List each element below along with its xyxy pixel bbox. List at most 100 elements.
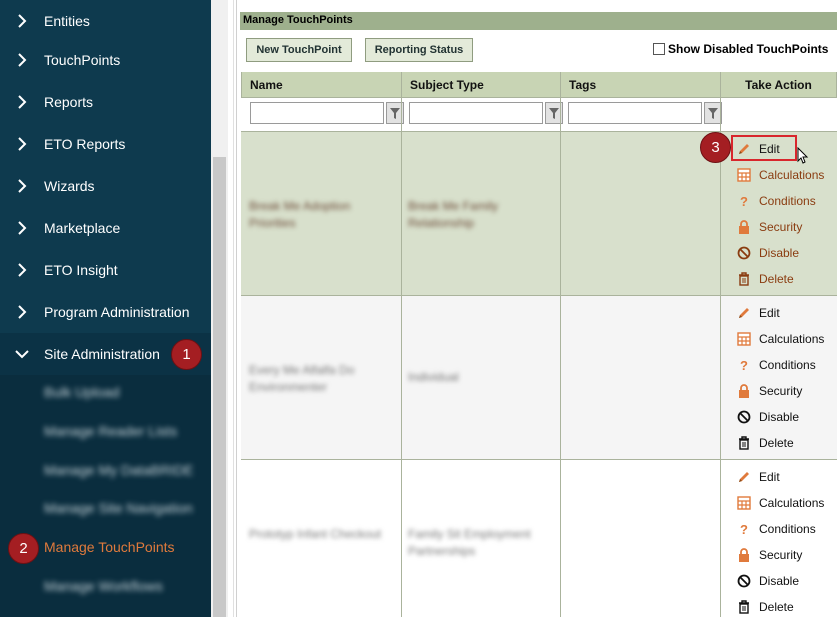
question-mark-icon: ? — [740, 357, 748, 373]
column-header-tags[interactable]: Tags — [561, 72, 721, 98]
action-label: Disable — [759, 246, 800, 260]
lock-icon — [736, 219, 752, 235]
new-touchpoint-button[interactable]: New TouchPoint — [246, 38, 352, 62]
action-label: Conditions — [759, 358, 816, 372]
column-divider — [720, 98, 721, 617]
show-disabled-toggle[interactable]: Show Disabled TouchPoints — [653, 42, 828, 56]
security-action[interactable]: Security — [736, 546, 802, 564]
action-label: Conditions — [759, 522, 816, 536]
chevron-right-icon — [0, 136, 44, 152]
calculations-action[interactable]: Calculations — [736, 330, 824, 348]
action-label: Delete — [759, 600, 794, 614]
sidebar-item-marketplace[interactable]: Marketplace — [0, 207, 211, 249]
edit-action[interactable]: Edit — [736, 304, 780, 322]
chevron-right-icon — [0, 52, 44, 68]
row-subject-cell: Break Me Family Relationship — [408, 199, 499, 230]
sidebar-item-label: Program Administration — [44, 304, 190, 320]
action-label: Calculations — [759, 332, 825, 346]
calculator-icon — [736, 167, 752, 183]
chevron-right-icon — [0, 94, 44, 110]
submenu-item-manage-touchpoints[interactable]: Manage TouchPoints — [44, 539, 175, 559]
security-action[interactable]: Security — [736, 218, 802, 236]
calculator-icon — [736, 495, 752, 511]
disable-action[interactable]: Disable — [736, 244, 799, 262]
sidebar-item-eto-insight[interactable]: ETO Insight — [0, 249, 211, 291]
show-disabled-checkbox[interactable] — [653, 43, 665, 55]
row-name-cell: Prototyp Infant Checkout — [249, 527, 382, 541]
chevron-right-icon — [0, 304, 44, 320]
filter-icon — [390, 107, 400, 119]
sidebar-item-label: Site Administration — [44, 346, 160, 362]
column-divider — [401, 98, 402, 617]
action-label: Calculations — [759, 168, 825, 182]
row-subject-cell: Family Sit Employment Partnerships — [408, 527, 531, 558]
question-mark-icon: ? — [740, 521, 748, 537]
ban-icon — [736, 409, 752, 425]
action-label: Security — [759, 384, 803, 398]
ban-icon — [736, 245, 752, 261]
delete-action[interactable]: Delete — [736, 598, 794, 616]
name-filter-input[interactable] — [250, 102, 384, 124]
chevron-right-icon — [0, 178, 44, 194]
sidebar-item-eto-reports[interactable]: ETO Reports — [0, 123, 211, 165]
submenu-item-bulk-upload[interactable]: Bulk Upload — [44, 384, 120, 404]
subject-type-filter-input[interactable] — [409, 102, 543, 124]
delete-action[interactable]: Delete — [736, 270, 794, 288]
sidebar-item-wizards[interactable]: Wizards — [0, 165, 211, 207]
security-action[interactable]: Security — [736, 382, 802, 400]
submenu-item-manage-reader-lists[interactable]: Manage Reader Lists — [44, 423, 177, 443]
sidebar-item-label: Wizards — [44, 178, 95, 194]
sidebar-item-label: ETO Reports — [44, 136, 126, 152]
submenu-item-manage-databride[interactable]: Manage My DataBRIDE — [44, 462, 193, 482]
action-label: Edit — [759, 306, 780, 320]
disable-action[interactable]: Disable — [736, 408, 799, 426]
action-label: Security — [759, 220, 803, 234]
calculations-action[interactable]: Calculations — [736, 494, 824, 512]
chevron-right-icon — [0, 262, 44, 278]
submenu-item-manage-site-navigation[interactable]: Manage Site Navigation — [44, 500, 193, 520]
calculations-action[interactable]: Calculations — [736, 166, 824, 184]
sidebar-item-label: Reports — [44, 94, 94, 110]
step-badge-2: 2 — [8, 533, 39, 564]
step-badge-1: 1 — [171, 339, 202, 370]
lock-icon — [736, 383, 752, 399]
action-label: Calculations — [759, 496, 825, 510]
panel-title: Manage TouchPoints — [240, 12, 837, 30]
action-label: Disable — [759, 410, 800, 424]
calculator-icon — [736, 331, 752, 347]
conditions-action[interactable]: ? Conditions — [736, 356, 816, 374]
sidebar-item-label: Entities — [44, 13, 90, 29]
sidebar-scrollbar-thumb[interactable] — [213, 157, 226, 617]
chevron-right-icon — [0, 13, 44, 29]
conditions-action[interactable]: ? Conditions — [736, 520, 816, 538]
reporting-status-button[interactable]: Reporting Status — [365, 38, 473, 62]
question-mark-icon: ? — [740, 193, 748, 209]
disable-action[interactable]: Disable — [736, 572, 799, 590]
filter-icon — [708, 107, 718, 119]
sidebar-item-entities[interactable]: Entities — [0, 0, 211, 42]
action-label: Security — [759, 548, 803, 562]
delete-action[interactable]: Delete — [736, 434, 794, 452]
tags-filter-input[interactable] — [568, 102, 702, 124]
column-header-take-action: Take Action — [721, 72, 837, 98]
conditions-action[interactable]: ? Conditions — [736, 192, 816, 210]
row-name-cell: Break Me Adoption Priorities — [249, 199, 351, 230]
sidebar-item-touchpoints[interactable]: TouchPoints — [0, 39, 211, 81]
pencil-icon — [736, 469, 752, 485]
step-badge-3: 3 — [700, 132, 731, 163]
sidebar-item-reports[interactable]: Reports — [0, 81, 211, 123]
action-label: Disable — [759, 574, 800, 588]
row-subject-cell: Individual — [408, 370, 459, 384]
action-label: Delete — [759, 272, 794, 286]
submenu-item-manage-workflows[interactable]: Manage Workflows — [44, 578, 163, 598]
sidebar-item-label: ETO Insight — [44, 262, 118, 278]
action-label: Conditions — [759, 194, 816, 208]
mouse-cursor-icon — [797, 146, 809, 170]
divider — [228, 0, 234, 617]
trash-icon — [736, 271, 752, 287]
column-header-name[interactable]: Name — [242, 72, 402, 98]
column-header-subject-type[interactable]: Subject Type — [402, 72, 561, 98]
sidebar-item-program-administration[interactable]: Program Administration — [0, 291, 211, 333]
edit-action[interactable]: Edit — [736, 468, 780, 486]
trash-icon — [736, 599, 752, 615]
